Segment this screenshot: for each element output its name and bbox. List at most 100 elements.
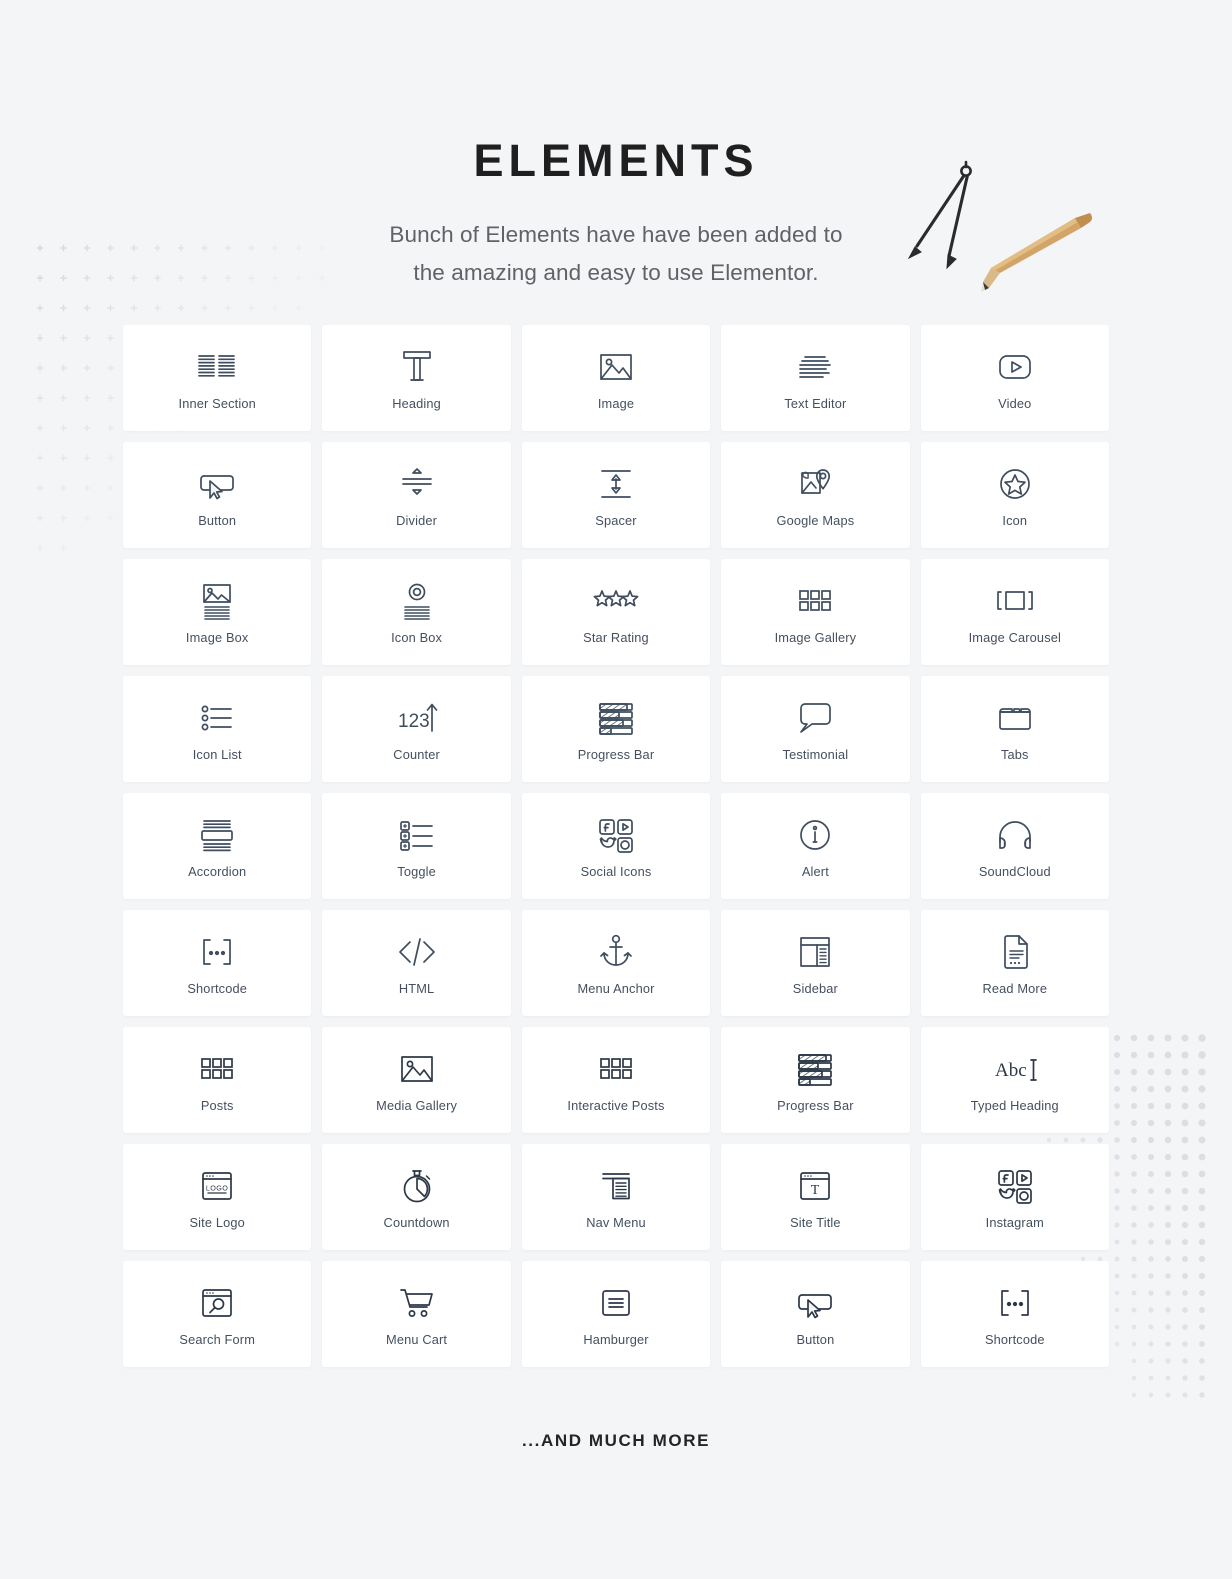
- element-card-label: Video: [998, 395, 1032, 411]
- element-card[interactable]: Google Maps: [721, 441, 910, 548]
- svg-text:LOGO: LOGO: [206, 1183, 228, 1192]
- element-card[interactable]: Read More: [920, 909, 1109, 1016]
- element-card-label: Typed Heading: [970, 1097, 1059, 1113]
- element-card-label: Image Box: [185, 629, 249, 645]
- element-card[interactable]: Hamburger: [521, 1260, 711, 1367]
- element-card[interactable]: Toggle: [322, 792, 511, 899]
- element-card-label: Inner Section: [178, 395, 256, 411]
- element-card[interactable]: Image Gallery: [721, 558, 910, 665]
- carousel-icon: [994, 579, 1036, 623]
- element-card[interactable]: Media Gallery: [322, 1026, 511, 1133]
- element-card[interactable]: Menu Cart: [322, 1260, 511, 1367]
- element-card[interactable]: Accordion: [123, 792, 312, 899]
- element-card[interactable]: Tabs: [920, 675, 1109, 782]
- element-card[interactable]: Heading: [322, 324, 511, 431]
- element-card-label: Read More: [982, 980, 1048, 996]
- element-card[interactable]: Sidebar: [721, 909, 910, 1016]
- element-card-label: Countdown: [383, 1214, 450, 1230]
- element-card[interactable]: T Site Title: [721, 1143, 910, 1250]
- element-card-label: Testimonial: [782, 746, 849, 762]
- element-card-label: Divider: [396, 512, 438, 528]
- element-card[interactable]: Button: [123, 441, 312, 548]
- element-card[interactable]: Progress Bar: [721, 1026, 910, 1133]
- social-icons-icon: [598, 813, 634, 857]
- tabs-folder-icon: [996, 696, 1034, 740]
- element-card-label: SoundCloud: [978, 863, 1051, 879]
- element-card[interactable]: Testimonial: [721, 675, 910, 782]
- element-card-label: Google Maps: [776, 512, 855, 528]
- element-card[interactable]: SoundCloud: [920, 792, 1109, 899]
- element-card-label: Toggle: [397, 863, 436, 879]
- element-card[interactable]: HTML: [322, 909, 511, 1016]
- document-page-icon: [999, 930, 1031, 974]
- element-card[interactable]: Text Editor: [721, 324, 910, 431]
- element-card-label: Image Carousel: [968, 629, 1061, 645]
- element-card[interactable]: Interactive Posts: [521, 1026, 711, 1133]
- grid-gallery-icon: [599, 1047, 633, 1091]
- and-much-more-text: ...AND MUCH MORE: [521, 1430, 711, 1450]
- element-card[interactable]: Icon: [920, 441, 1109, 548]
- element-card[interactable]: Star Rating: [521, 558, 711, 665]
- element-card[interactable]: Nav Menu: [521, 1143, 711, 1250]
- shortcode-brackets-icon: [198, 930, 236, 974]
- elements-grid: Inner Section Heading Image Text Editor …: [123, 292, 1109, 1367]
- element-card[interactable]: Social Icons: [521, 792, 711, 899]
- element-card-label: Image: [597, 395, 635, 411]
- element-card-label: Star Rating: [583, 629, 649, 645]
- element-card-label: Image Gallery: [774, 629, 857, 645]
- element-card[interactable]: Image Box: [123, 558, 312, 665]
- info-circle-icon: [798, 813, 832, 857]
- spacer-icon: [598, 462, 634, 506]
- element-card[interactable]: Button: [721, 1260, 910, 1367]
- accordion-icon: [198, 813, 236, 857]
- button-cursor-icon: [796, 1281, 834, 1325]
- page-subtitle: Bunch of Elements have have been added t…: [0, 216, 1232, 292]
- page-subtitle-line-2: the amazing and easy to use Elementor.: [413, 259, 819, 285]
- element-card-label: HTML: [398, 980, 435, 996]
- element-card[interactable]: Inner Section: [123, 324, 312, 431]
- element-card[interactable]: Menu Anchor: [521, 909, 711, 1016]
- element-card[interactable]: Countdown: [322, 1143, 511, 1250]
- heading-t-icon: [399, 345, 435, 389]
- svg-text:Abc: Abc: [995, 1060, 1027, 1081]
- element-card[interactable]: Spacer: [521, 441, 711, 548]
- element-card[interactable]: Instagram: [920, 1143, 1109, 1250]
- grid-gallery-icon: [200, 1047, 234, 1091]
- progress-bar-icon: [795, 1047, 835, 1091]
- element-card[interactable]: Progress Bar: [521, 675, 711, 782]
- star-rating-icon: [593, 579, 639, 623]
- element-card[interactable]: Alert: [721, 792, 910, 899]
- element-card-label: Instagram: [985, 1214, 1044, 1230]
- element-card[interactable]: Image Carousel: [920, 558, 1109, 665]
- hamburger-icon: [600, 1281, 632, 1325]
- element-card[interactable]: Shortcode: [123, 909, 312, 1016]
- inner-section-icon: [197, 345, 237, 389]
- typed-abc-icon: Abc: [993, 1047, 1037, 1091]
- sidebar-layout-icon: [798, 930, 832, 974]
- element-card[interactable]: 123 Counter: [322, 675, 511, 782]
- element-card-label: Search Form: [179, 1331, 255, 1347]
- code-tags-icon: [397, 930, 437, 974]
- element-card-label: Interactive Posts: [567, 1097, 665, 1113]
- google-maps-pin-icon: [797, 462, 833, 506]
- element-card[interactable]: Posts: [123, 1026, 312, 1133]
- element-card[interactable]: Icon Box: [322, 558, 511, 665]
- element-card[interactable]: Search Form: [123, 1260, 312, 1367]
- element-card[interactable]: Abc Typed Heading: [920, 1026, 1109, 1133]
- element-card[interactable]: Icon List: [123, 675, 312, 782]
- element-card-label: Site Title: [790, 1214, 841, 1230]
- icon-list-icon: [199, 696, 235, 740]
- element-card[interactable]: LOGO Site Logo: [123, 1143, 312, 1250]
- element-card[interactable]: Video: [920, 324, 1109, 431]
- element-card-label: Icon List: [192, 746, 242, 762]
- element-card-label: Spacer: [595, 512, 637, 528]
- element-card[interactable]: Divider: [322, 441, 511, 548]
- element-card-label: Shortcode: [187, 980, 248, 996]
- element-card[interactable]: Shortcode: [920, 1260, 1109, 1367]
- element-card-label: Alert: [801, 863, 829, 879]
- element-card[interactable]: Image: [521, 324, 711, 431]
- page-title: ELEMENTS: [473, 135, 759, 186]
- element-card-label: Posts: [200, 1097, 234, 1113]
- progress-bar-icon: [596, 696, 636, 740]
- site-logo-icon: LOGO: [200, 1164, 234, 1208]
